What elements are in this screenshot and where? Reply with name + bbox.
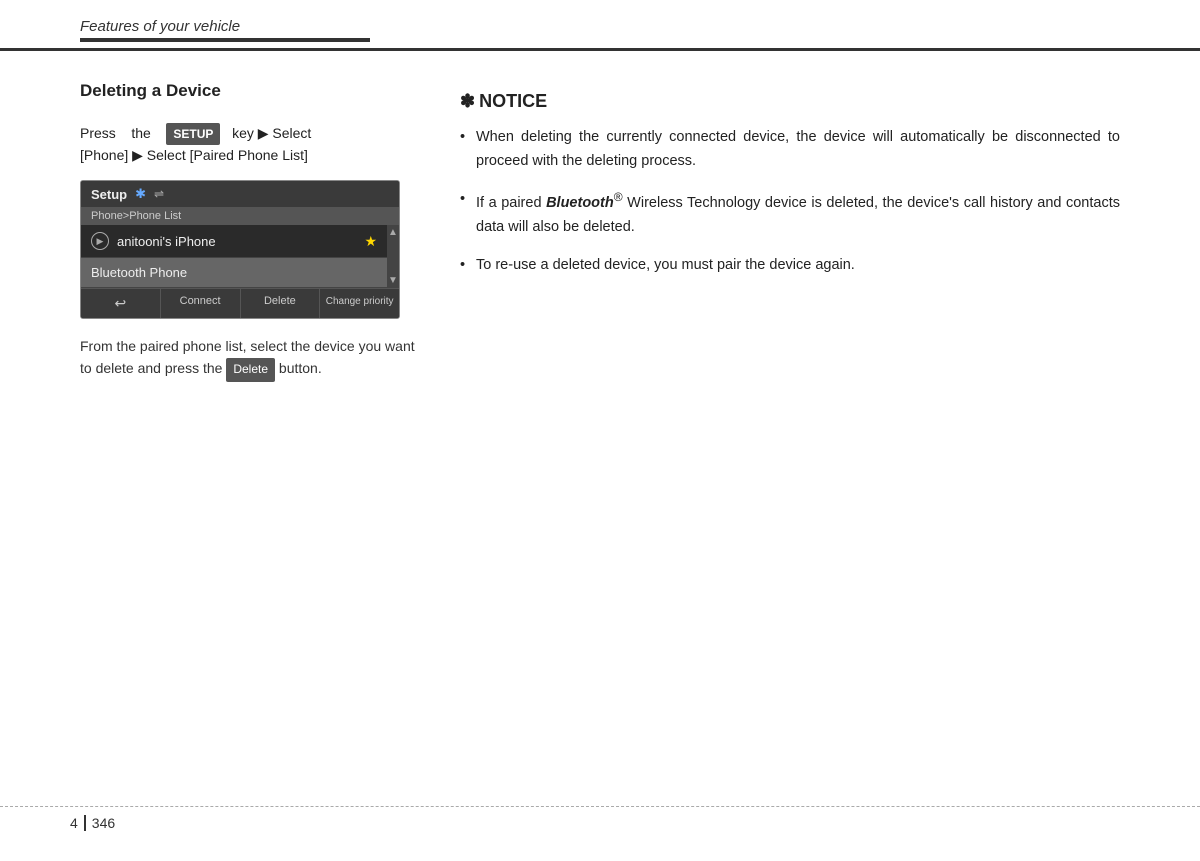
from-instruction-text-2: button.	[279, 360, 322, 376]
notice-item-3: To re-use a deleted device, you must pai…	[460, 254, 1120, 278]
notice-box: ✽ NOTICE When deleting the currently con…	[460, 81, 1120, 301]
section-title: Deleting a Device	[80, 81, 420, 101]
ui-titlebar: Setup ✱ ⇌	[81, 181, 399, 207]
list-item-iphone: ▶ anitooni's iPhone ★	[81, 225, 387, 258]
ui-list-content: ▶ anitooni's iPhone ★ Bluetooth Phone	[81, 225, 387, 288]
footer-chapter: 4	[70, 815, 86, 831]
scroll-down-arrow: ▼	[388, 275, 398, 286]
ui-connect-button[interactable]: Connect	[161, 289, 241, 318]
ui-list-row: ▶ anitooni's iPhone ★ Bluetooth Phone ▲ …	[81, 225, 399, 288]
registered-symbol: ®	[614, 190, 623, 204]
header-underline	[80, 38, 370, 42]
content-area: Deleting a Device Press the SETUP key ▶ …	[0, 81, 1200, 382]
ui-change-priority-button[interactable]: Change priority	[320, 289, 399, 318]
ui-subtitle: Phone>Phone List	[81, 207, 399, 225]
right-column: ✽ NOTICE When deleting the currently con…	[460, 81, 1120, 382]
delete-badge-inline: Delete	[226, 358, 275, 381]
notice-item-2: If a paired Bluetooth® Wireless Technolo…	[460, 188, 1120, 240]
phone-select-text: [Phone] ▶ Select [Paired Phone List]	[80, 147, 308, 163]
bluetooth-phone-label: Bluetooth Phone	[91, 265, 187, 280]
notice-item-1: When deleting the currently connected de…	[460, 126, 1120, 174]
iphone-label: anitooni's iPhone	[117, 234, 216, 249]
press-instruction: Press the SETUP key ▶ Select [Phone] ▶ S…	[80, 123, 420, 166]
notice-item-1-text: When deleting the currently connected de…	[476, 129, 1120, 169]
play-icon: ▶	[91, 232, 109, 250]
scroll-up-arrow: ▲	[388, 227, 398, 238]
page-footer: 4 346	[0, 806, 1200, 831]
notice-title-text: NOTICE	[479, 91, 547, 112]
page-header: Features of your vehicle	[0, 0, 1200, 51]
ui-back-button[interactable]: ↩	[81, 289, 161, 318]
key-text: key ▶ Select	[232, 125, 311, 141]
notice-asterisk-icon: ✽	[460, 91, 475, 112]
footer-page: 346	[86, 815, 115, 831]
ui-delete-button[interactable]: Delete	[241, 289, 321, 318]
star-icon: ★	[364, 233, 377, 250]
ui-screenshot: Setup ✱ ⇌ Phone>Phone List ▶ anitooni's …	[80, 180, 400, 319]
from-instruction: From the paired phone list, select the d…	[80, 335, 420, 382]
bluetooth-brand: Bluetooth	[546, 195, 614, 211]
header-title: Features of your vehicle	[80, 18, 240, 35]
ui-scrollbar: ▲ ▼	[387, 225, 399, 288]
notice-title: ✽ NOTICE	[460, 91, 1120, 112]
wifi-icon: ⇌	[154, 187, 164, 201]
list-item-bluetooth-phone: Bluetooth Phone	[81, 258, 387, 288]
notice-item-2-text: If a paired Bluetooth® Wireless Technolo…	[476, 195, 1120, 235]
left-column: Deleting a Device Press the SETUP key ▶ …	[80, 81, 420, 382]
ui-setup-label: Setup	[91, 187, 127, 202]
setup-badge: SETUP	[166, 123, 220, 145]
notice-list: When deleting the currently connected de…	[460, 126, 1120, 277]
bluetooth-icon: ✱	[135, 186, 146, 202]
footer-page-number: 4 346	[70, 815, 115, 831]
notice-item-3-text: To re-use a deleted device, you must pai…	[476, 257, 855, 273]
ui-bottom-bar: ↩ Connect Delete Change priority	[81, 288, 399, 318]
